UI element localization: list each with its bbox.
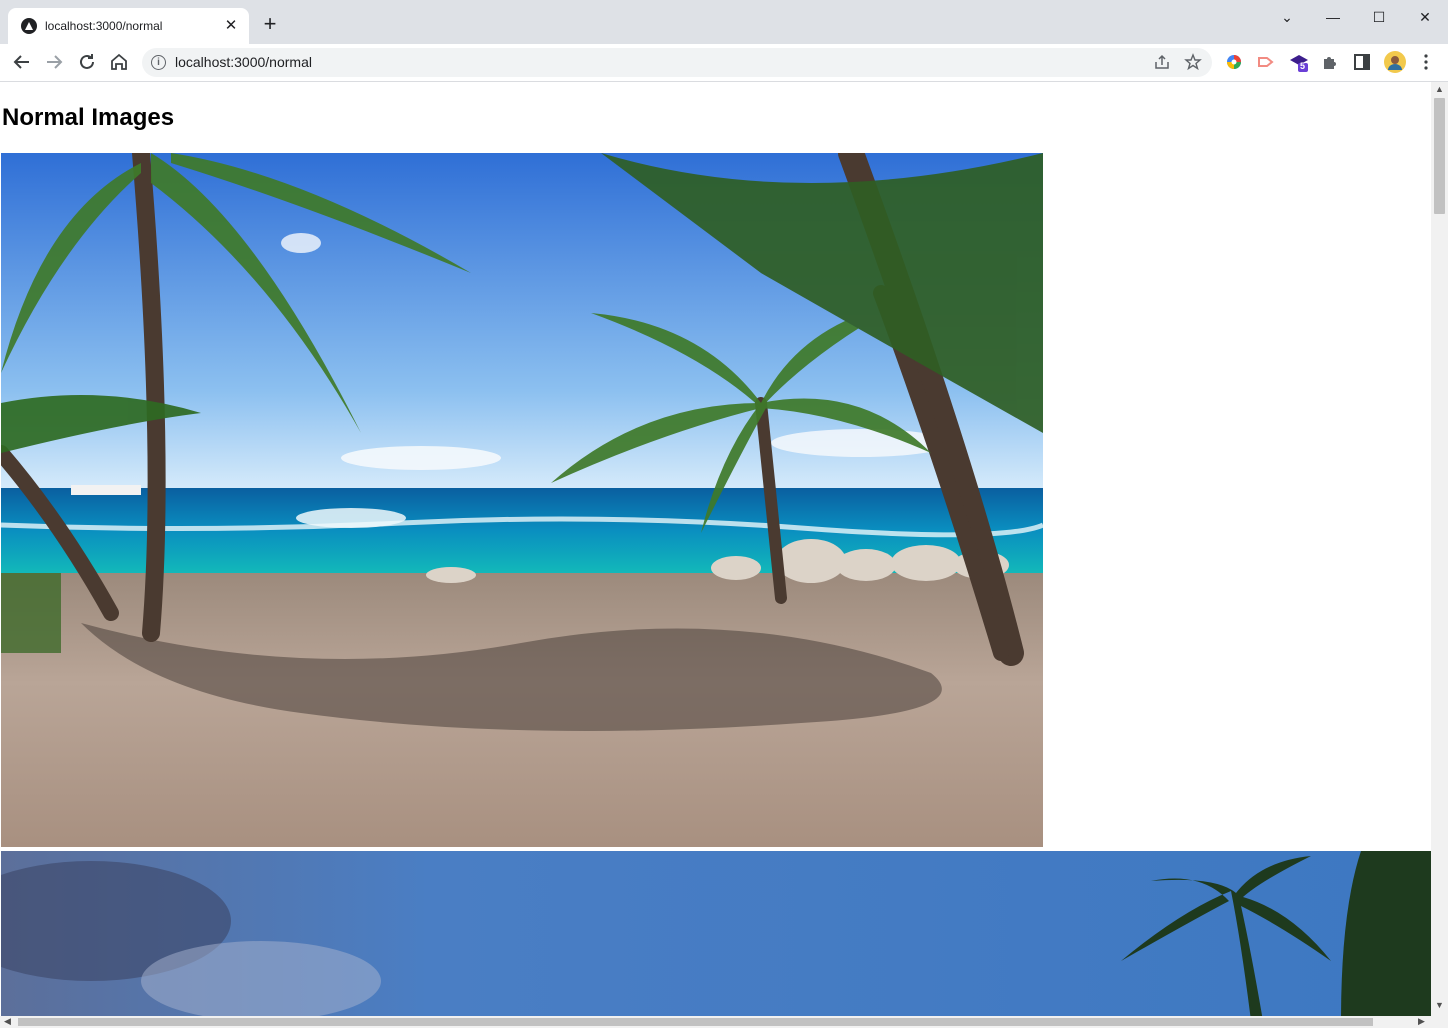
reload-button[interactable]: [75, 50, 99, 74]
scroll-right-arrow-icon[interactable]: ▶: [1418, 1016, 1425, 1027]
forward-button[interactable]: [42, 50, 66, 74]
scroll-up-arrow-icon[interactable]: ▲: [1435, 84, 1444, 94]
side-panel-icon[interactable]: [1352, 52, 1372, 72]
more-menu-icon[interactable]: [1416, 52, 1436, 72]
profile-avatar[interactable]: [1383, 50, 1406, 73]
beach-palm-trees-image: [1, 153, 1043, 847]
minimize-button[interactable]: —: [1310, 6, 1356, 28]
scroll-left-arrow-icon[interactable]: ◀: [4, 1016, 11, 1027]
arrow-extension-icon[interactable]: [1256, 52, 1276, 72]
horizontal-scrollbar[interactable]: ◀ ▶: [0, 1016, 1448, 1028]
page-title: Normal Images: [2, 104, 175, 131]
back-button[interactable]: [10, 50, 34, 74]
url-text[interactable]: localhost:3000/normal: [175, 54, 312, 70]
close-window-button[interactable]: ✕: [1402, 6, 1448, 28]
new-tab-button[interactable]: +: [258, 13, 282, 37]
back-arrow-icon: [13, 55, 29, 69]
tab-bar: localhost:3000/normal ✕ + ⌄ — ☐ ✕: [0, 0, 1448, 44]
forward-arrow-icon: [47, 55, 63, 69]
tab-title: localhost:3000/normal: [45, 19, 163, 33]
maximize-button[interactable]: ☐: [1356, 6, 1402, 28]
bookmark-star-icon[interactable]: [1183, 53, 1203, 73]
graduation-cap-extension-icon[interactable]: 5: [1288, 52, 1308, 72]
page-content: Normal Images: [0, 82, 1431, 1016]
tab-search-icon[interactable]: ⌄: [1264, 6, 1310, 28]
tab-close-icon[interactable]: ✕: [222, 17, 240, 35]
site-info-icon[interactable]: i: [151, 55, 166, 70]
puzzle-extensions-icon[interactable]: [1320, 52, 1340, 72]
nextjs-favicon-icon: [21, 18, 37, 34]
vertical-scroll-thumb[interactable]: [1434, 98, 1445, 214]
home-button[interactable]: [107, 50, 131, 74]
address-bar[interactable]: i localhost:3000/normal: [142, 48, 1212, 77]
scroll-down-arrow-icon[interactable]: ▼: [1435, 1000, 1444, 1010]
extension-badge: 5: [1300, 61, 1306, 71]
share-icon[interactable]: [1152, 53, 1172, 73]
home-icon: [111, 53, 127, 70]
browser-toolbar: i localhost:3000/normal 5: [0, 44, 1448, 82]
browser-tab[interactable]: localhost:3000/normal ✕: [8, 8, 249, 44]
color-wheel-extension-icon[interactable]: [1224, 52, 1244, 72]
horizontal-scroll-thumb[interactable]: [18, 1018, 1373, 1026]
reload-icon: [80, 54, 94, 69]
second-beach-image: [1, 851, 1431, 1016]
vertical-scrollbar[interactable]: ▲ ▼: [1431, 82, 1448, 1016]
